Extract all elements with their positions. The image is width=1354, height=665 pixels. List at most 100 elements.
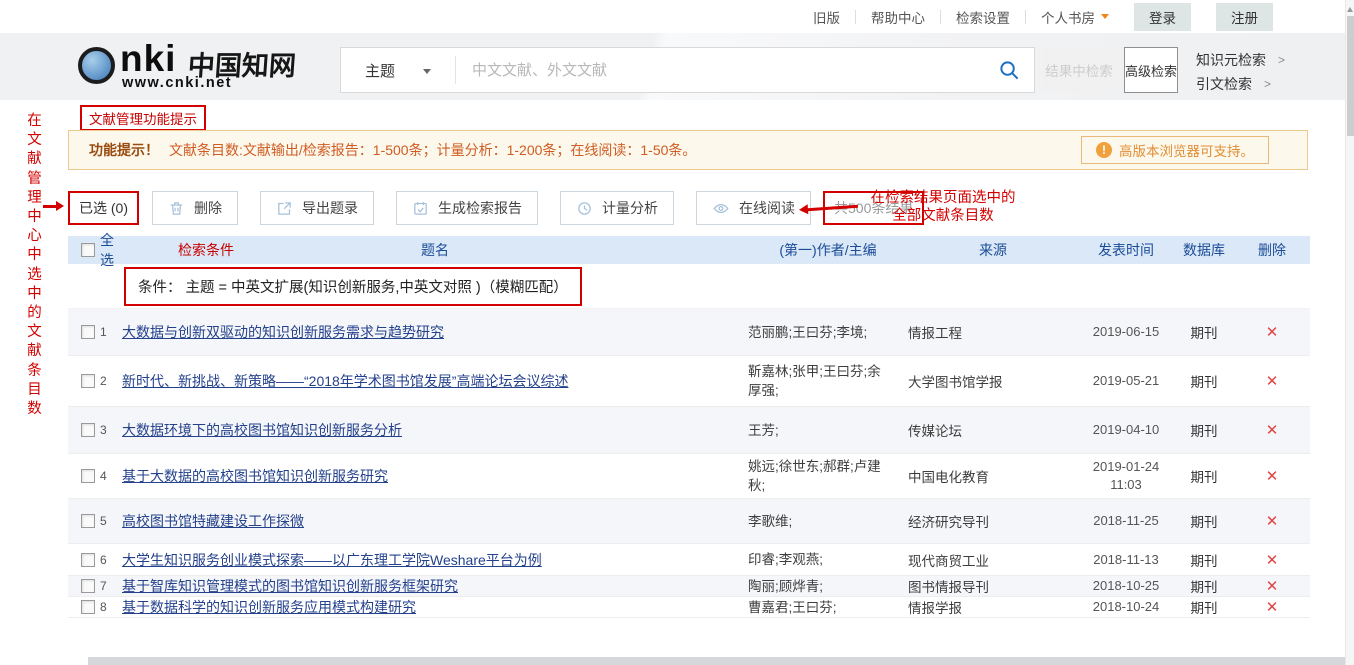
clock-chart-icon [576, 200, 593, 217]
search-field-selector[interactable]: 主题 [341, 48, 455, 92]
search-field-selected: 主题 [365, 60, 395, 81]
export-citations-button[interactable]: 导出题录 [260, 191, 374, 225]
table-row: 1 大数据与创新双驱动的知识创新服务需求与趋势研究 范丽鹏;王曰芬;李境; 情报… [68, 309, 1310, 356]
article-title-link[interactable]: 基于大数据的高校图书馆知识创新服务研究 [122, 468, 388, 484]
delete-button[interactable]: 删除 [152, 191, 238, 225]
globe-icon [78, 47, 115, 84]
scroll-up-icon[interactable] [1347, 4, 1353, 12]
database-type: 期刊 [1174, 371, 1234, 391]
advanced-search-button[interactable]: 高级检索 [1124, 47, 1178, 93]
register-button[interactable]: 注册 [1216, 3, 1273, 31]
link-label: 知识元检索 [1196, 50, 1266, 70]
link-label: 引文检索 [1196, 74, 1252, 94]
delete-row-icon[interactable]: ✕ [1234, 551, 1310, 569]
site-header: nki 中国知网 www.cnki.net 主题 结果中检索 高级检索 知识元检… [0, 33, 1345, 100]
knowledge-element-search-link[interactable]: 知识元检索 > [1196, 48, 1285, 72]
article-title-link[interactable]: 高校图书馆特藏建设工作探微 [122, 513, 304, 529]
table-row: 3 大数据环境下的高校图书馆知识创新服务分析 王芳; 传媒论坛 2019-04-… [68, 407, 1310, 454]
row-number: 7 [100, 579, 107, 593]
citation-search-link[interactable]: 引文检索 > [1196, 72, 1285, 96]
dropdown-caret-icon [423, 69, 431, 78]
publish-date: 2019-01-24 11:03 [1078, 458, 1174, 494]
column-header-source: 来源 [908, 240, 1078, 260]
login-button[interactable]: 登录 [1134, 3, 1191, 31]
delete-row-icon[interactable]: ✕ [1234, 598, 1310, 616]
search-in-results-button: 结果中检索 [1042, 47, 1116, 93]
personal-bookshelf-menu[interactable]: 个人书房 [1041, 7, 1109, 27]
row-checkbox[interactable] [81, 469, 95, 483]
article-title-link[interactable]: 大数据环境下的高校图书馆知识创新服务分析 [122, 422, 402, 438]
column-header-condition: 检索条件 [178, 240, 234, 260]
delete-row-icon[interactable]: ✕ [1234, 577, 1310, 595]
publish-date: 2018-11-25 [1078, 512, 1174, 530]
source: 经济研究导刊 [908, 511, 1078, 531]
column-header-database: 数据库 [1174, 240, 1234, 260]
notice-prefix: 功能提示！ [89, 140, 159, 160]
divider [1025, 10, 1026, 24]
row-checkbox[interactable] [81, 600, 95, 614]
help-center-link[interactable]: 帮助中心 [871, 7, 925, 27]
selected-count: 已选 (0) [68, 191, 139, 225]
eye-icon [712, 200, 730, 217]
article-title-link[interactable]: 基于智库知识管理模式的图书馆知识创新服务框架研究 [122, 578, 458, 594]
generate-search-report-button[interactable]: 生成检索报告 [396, 191, 538, 225]
source: 传媒论坛 [908, 420, 1078, 440]
column-header-delete: 删除 [1234, 240, 1310, 260]
chevron-right-icon: > [1278, 53, 1285, 67]
authors: 王芳; [748, 421, 908, 440]
delete-row-icon[interactable]: ✕ [1234, 421, 1310, 439]
article-title-link[interactable]: 大学生知识服务创业模式探索——以广东理工学院Weshare平台为例 [122, 552, 542, 568]
cnki-logo[interactable]: nki 中国知网 www.cnki.net [78, 42, 308, 96]
literature-table: 全选 题名 检索条件 (第一)作者/主编 来源 发表时间 数据库 删除 条件： … [68, 236, 1310, 618]
button-label: 删除 [194, 198, 222, 218]
authors: 印睿;李观燕; [748, 550, 908, 569]
table-row: 5 高校图书馆特藏建设工作探微 李歌维; 经济研究导刊 2018-11-25 期… [68, 499, 1310, 544]
authors: 陶丽;顾烨青; [748, 577, 908, 596]
database-type: 期刊 [1174, 420, 1234, 440]
search-input[interactable] [456, 47, 984, 93]
divider [855, 10, 856, 24]
table-row: 6 大学生知识服务创业模式探索——以广东理工学院Weshare平台为例 印睿;李… [68, 544, 1310, 576]
scrollbar-thumb[interactable] [1347, 16, 1354, 136]
article-title-link[interactable]: 基于数据科学的知识创新服务应用模式构建研究 [122, 599, 416, 615]
warning-icon: ! [1096, 142, 1112, 158]
database-type: 期刊 [1174, 576, 1234, 596]
search-button[interactable] [984, 48, 1034, 92]
button-label: 生成检索报告 [438, 198, 522, 218]
notice-body: 文献条目数:文献输出/检索报告：1-500条；计量分析：1-200条；在线阅读：… [169, 140, 696, 160]
database-type: 期刊 [1174, 322, 1234, 342]
site-url-text: www.cnki.net [122, 75, 232, 91]
row-checkbox[interactable] [81, 514, 95, 528]
annotation-line: 全部文献条目数 [858, 207, 1028, 225]
source: 中国电化教育 [908, 466, 1078, 486]
page-tip-annotation: 文献管理功能提示 [80, 105, 206, 131]
search-condition-text: 条件： 主题 = 中英文扩展(知识创新服务,中英文对照 )（模糊匹配） [124, 267, 582, 306]
row-checkbox[interactable] [81, 579, 95, 593]
article-title-link[interactable]: 新时代、新挑战、新策略——“2018年学术图书馆发展”高端论坛会议综述 [122, 373, 568, 389]
publish-date: 2019-06-15 [1078, 323, 1174, 341]
table-header-row: 全选 题名 检索条件 (第一)作者/主编 来源 发表时间 数据库 删除 [68, 236, 1310, 264]
divider [940, 10, 941, 24]
row-number: 2 [100, 374, 107, 388]
delete-row-icon[interactable]: ✕ [1234, 467, 1310, 485]
authors: 范丽鹏;王曰芬;李境; [748, 323, 908, 342]
result-count-annotation: 在检索结果页面选中的 全部文献条目数 [858, 189, 1028, 225]
vertical-scrollbar[interactable] [1345, 0, 1354, 665]
select-all-checkbox[interactable] [81, 243, 95, 257]
authors: 李歌维; [748, 512, 908, 531]
row-checkbox[interactable] [81, 325, 95, 339]
row-checkbox[interactable] [81, 553, 95, 567]
trash-icon [168, 200, 185, 217]
row-checkbox[interactable] [81, 374, 95, 388]
old-version-link[interactable]: 旧版 [813, 7, 840, 27]
metric-analysis-button[interactable]: 计量分析 [560, 191, 674, 225]
publish-date: 2018-11-13 [1078, 551, 1174, 569]
row-checkbox[interactable] [81, 423, 95, 437]
database-type: 期刊 [1174, 466, 1234, 486]
delete-row-icon[interactable]: ✕ [1234, 512, 1310, 530]
article-title-link[interactable]: 大数据与创新双驱动的知识创新服务需求与趋势研究 [122, 324, 444, 340]
delete-row-icon[interactable]: ✕ [1234, 372, 1310, 390]
row-number: 8 [100, 600, 107, 614]
delete-row-icon[interactable]: ✕ [1234, 323, 1310, 341]
search-settings-link[interactable]: 检索设置 [956, 7, 1010, 27]
